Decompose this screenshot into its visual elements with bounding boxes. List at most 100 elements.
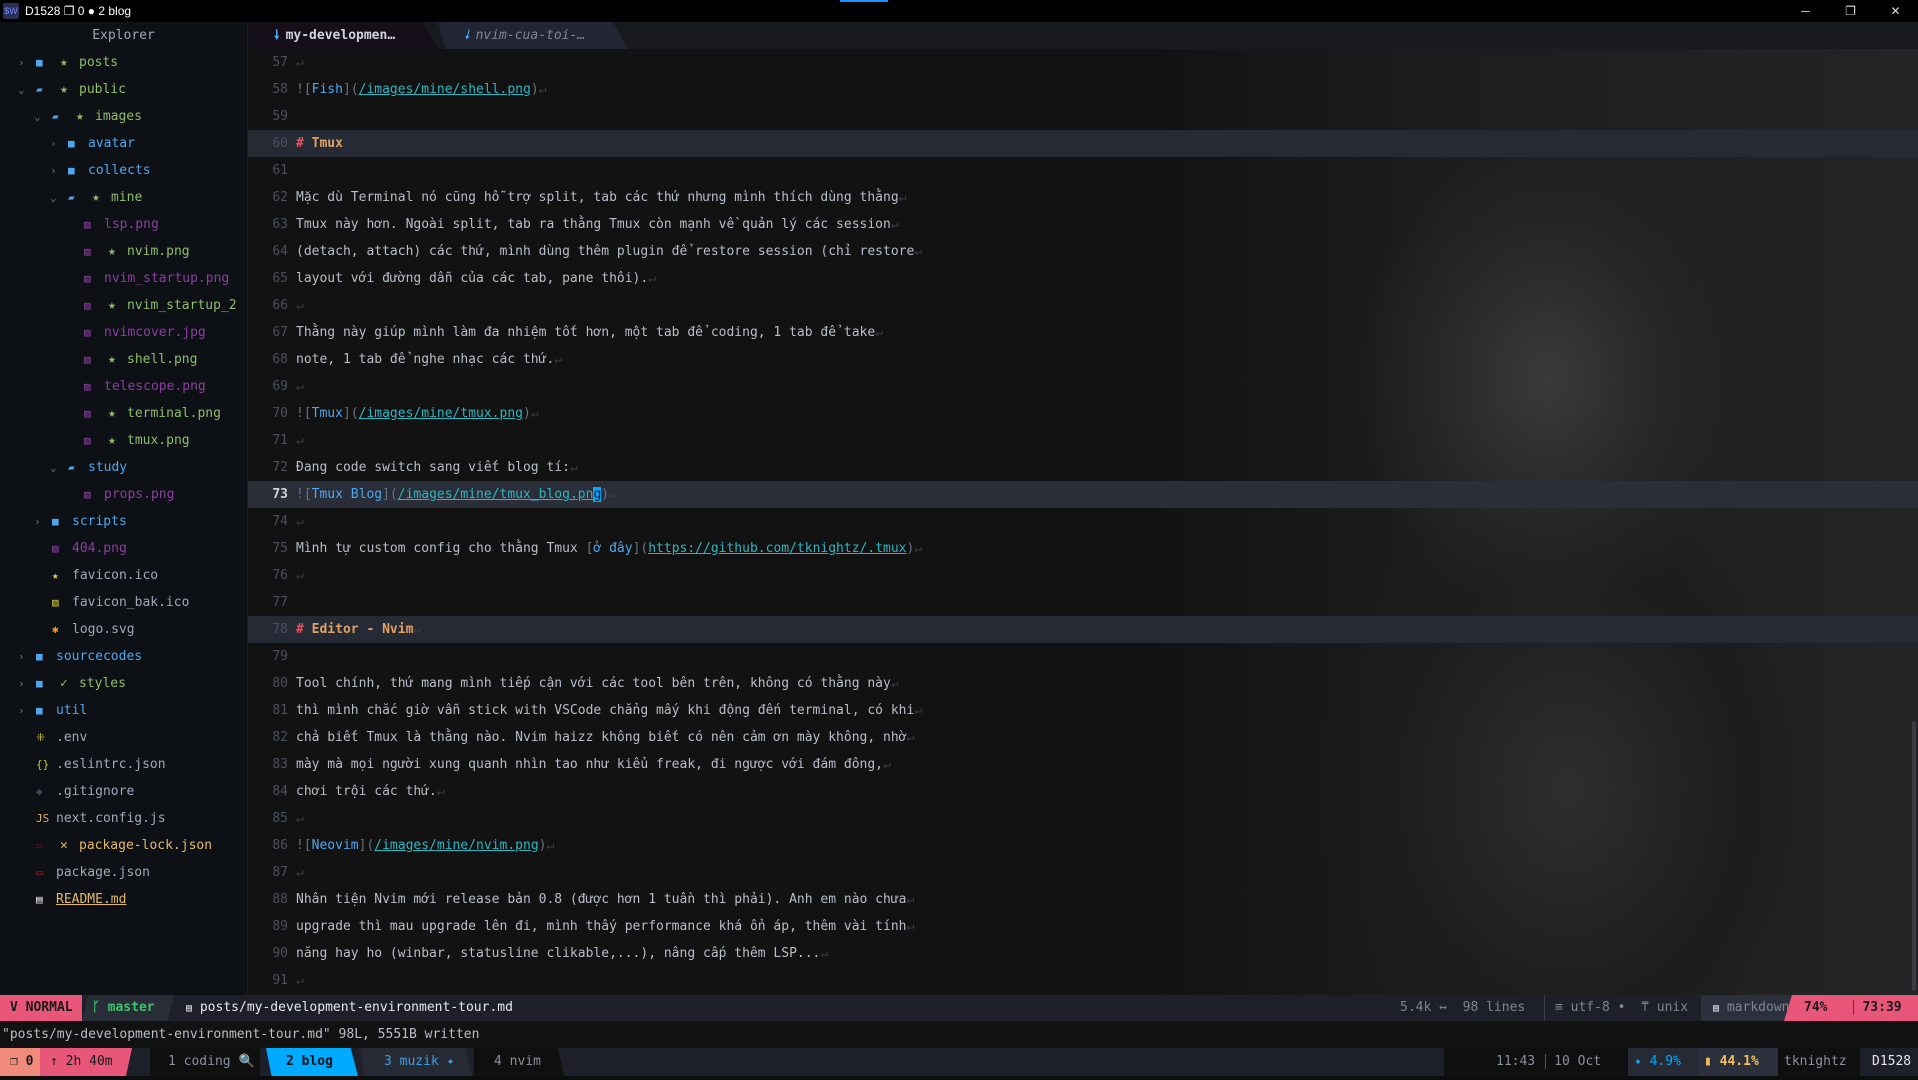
editor-line[interactable]: 90 năng hay ho (winbar, statusline clikab…: [248, 940, 1918, 967]
editor-line[interactable]: 62 Mặc dù Terminal nó cũng hỗ trợ split, …: [248, 184, 1918, 211]
scrollbar[interactable]: [1912, 721, 1916, 991]
editor-line[interactable]: 72 Đang code switch sang viết blog tí:↵: [248, 454, 1918, 481]
explorer-item--gitignore[interactable]: ◆ .gitignore: [0, 778, 247, 805]
link-url[interactable]: /images/mine/shell.png: [359, 82, 531, 97]
explorer-item-terminal-png[interactable]: ▨ ★ terminal.png: [0, 400, 247, 427]
explorer-item-styles[interactable]: › ■ ✓ styles: [0, 670, 247, 697]
editor-line[interactable]: 60 # Tmux: [248, 130, 1918, 157]
explorer-item-images[interactable]: ⌄ ▰ ★ images: [0, 103, 247, 130]
line-text: năng hay ho (winbar, statusline clikable…: [296, 940, 828, 967]
explorer-item-label: terminal.png: [127, 406, 221, 421]
editor-line[interactable]: 84 chơi trội các thứ.↵: [248, 778, 1918, 805]
explorer-item-telescope-png[interactable]: ▨ telescope.png: [0, 373, 247, 400]
editor-line[interactable]: 57 ↵: [248, 49, 1918, 76]
editor-line[interactable]: 87 ↵: [248, 859, 1918, 886]
explorer-item-sourcecodes[interactable]: › ■ sourcecodes: [0, 643, 247, 670]
explorer-item-collects[interactable]: › ■ collects: [0, 157, 247, 184]
line-text: ↵: [296, 49, 304, 76]
editor-pane[interactable]: 57 ↵ 58 ![Fish](/images/mine/shell.png)↵ 59 6…: [248, 49, 1918, 995]
git-branch[interactable]: ᚴ master: [82, 995, 174, 1021]
editor-line[interactable]: 67 Thằng này giúp mình làm đa nhiệm tốt h…: [248, 319, 1918, 346]
explorer-item-public[interactable]: ⌄ ▰ ★ public: [0, 76, 247, 103]
explorer-item-package-json[interactable]: ▭ package.json: [0, 859, 247, 886]
tmux-status-bar: ❐ 0 ↑ 2h 40m 1 coding 🔍 2 blog 3 muzik ✦…: [0, 1048, 1918, 1076]
editor-line[interactable]: 77: [248, 589, 1918, 616]
explorer-item-next-config-js[interactable]: JS next.config.js: [0, 805, 247, 832]
editor-line[interactable]: 80 Tool chính, thứ mang mình tiếp cận với…: [248, 670, 1918, 697]
explorer-item--env[interactable]: ⁜ .env: [0, 724, 247, 751]
editor-line[interactable]: 81 thì mình chắc giờ vẫn stick with VSCod…: [248, 697, 1918, 724]
folder-open-icon: ▰: [52, 110, 59, 123]
explorer-item-scripts[interactable]: › ■ scripts: [0, 508, 247, 535]
link-url[interactable]: /images/mine/tmux_blog.pn: [398, 487, 594, 502]
close-button[interactable]: ✕: [1873, 0, 1918, 22]
editor-line[interactable]: 58 ![Fish](/images/mine/shell.png)↵: [248, 76, 1918, 103]
editor-line[interactable]: 70 ![Tmux](/images/mine/tmux.png)↵: [248, 400, 1918, 427]
title-bar: $W D1528 ❐ 0 ● 2 blog ─ ❐ ✕: [0, 0, 1918, 22]
explorer-item-readme-md[interactable]: ▤ README.md: [0, 886, 247, 913]
editor-line[interactable]: 61: [248, 157, 1918, 184]
explorer-item--eslintrc-json[interactable]: {} .eslintrc.json: [0, 751, 247, 778]
minimize-button[interactable]: ─: [1783, 0, 1828, 22]
tmux-window-coding[interactable]: 1 coding 🔍: [150, 1048, 260, 1076]
explorer-item-posts[interactable]: › ■ ★ posts: [0, 49, 247, 76]
editor-line[interactable]: 86 ![Neovim](/images/mine/nvim.png)↵: [248, 832, 1918, 859]
link-url[interactable]: /images/mine/tmux.png: [359, 406, 523, 421]
editor-line[interactable]: 83 mày mà mọi người xung quanh nhìn tao n…: [248, 751, 1918, 778]
editor-line[interactable]: 91 ↵: [248, 967, 1918, 994]
editor-line[interactable]: 82 chả biết Tmux là thằng nào. Nvim haizz…: [248, 724, 1918, 751]
explorer-item-nvim-startup-png[interactable]: ▨ nvim_startup.png: [0, 265, 247, 292]
explorer-item-favicon-ico[interactable]: ★ favicon.ico: [0, 562, 247, 589]
editor-line[interactable]: 71 ↵: [248, 427, 1918, 454]
tmux-window-nvim[interactable]: 4 nvim: [474, 1048, 564, 1076]
editor-line[interactable]: 76 ↵: [248, 562, 1918, 589]
explorer-item-package-lock-json[interactable]: ▭ ✕ package-lock.json: [0, 832, 247, 859]
explorer-item-nvimcover-jpg[interactable]: ▨ nvimcover.jpg: [0, 319, 247, 346]
link-url[interactable]: https://github.com/tknightz/.tmux: [648, 541, 906, 556]
tab-my-development[interactable]: 🠗 my-developmen…: [248, 22, 438, 49]
folder-open-icon: ▰: [68, 461, 75, 474]
explorer-item-study[interactable]: ⌄ ▰ study: [0, 454, 247, 481]
editor-line[interactable]: 68 note, 1 tab để nghe nhạc các thứ.↵: [248, 346, 1918, 373]
text-span: thì mình chắc giờ vẫn stick with VSCode …: [296, 703, 915, 718]
link-url[interactable]: /images/mine/nvim.png: [374, 838, 538, 853]
editor-line[interactable]: 64 (detach, attach) các thứ, mình dùng th…: [248, 238, 1918, 265]
link-text: ở đây: [593, 541, 633, 556]
editor-line[interactable]: 65 layout với đường dẫn của các tab, pane…: [248, 265, 1918, 292]
restore-button[interactable]: ❐: [1828, 0, 1873, 22]
editor-line[interactable]: 59: [248, 103, 1918, 130]
editor-line[interactable]: 66 ↵: [248, 292, 1918, 319]
explorer-item-404-png[interactable]: ▨ 404.png: [0, 535, 247, 562]
vim-icon: V: [10, 1000, 18, 1015]
git-star-icon: ★: [60, 55, 68, 70]
editor-line[interactable]: 89 upgrade thì mau upgrade lên đi, mình t…: [248, 913, 1918, 940]
text-span: ](: [358, 838, 375, 853]
explorer-item-props-png[interactable]: ▨ props.png: [0, 481, 247, 508]
explorer-item-label: nvim_startup.png: [104, 271, 230, 286]
editor-line[interactable]: 79: [248, 643, 1918, 670]
editor-line[interactable]: 75 Mình tự custom config cho thằng Tmux […: [248, 535, 1918, 562]
explorer-item-util[interactable]: › ■ util: [0, 697, 247, 724]
editor-line[interactable]: 69 ↵: [248, 373, 1918, 400]
editor-line[interactable]: 88 Nhân tiện Nvim mới release bản 0.8 (đư…: [248, 886, 1918, 913]
explorer-item-shell-png[interactable]: ▨ ★ shell.png: [0, 346, 247, 373]
editor-line[interactable]: 73 ![Tmux Blog](/images/mine/tmux_blog.pn…: [248, 481, 1918, 508]
explorer-item-logo-svg[interactable]: ✱ logo.svg: [0, 616, 247, 643]
tmux-window-blog[interactable]: 2 blog: [266, 1048, 358, 1076]
explorer-item-lsp-png[interactable]: ▨ lsp.png: [0, 211, 247, 238]
link-text: Tmux Blog: [311, 487, 383, 502]
explorer-item-avatar[interactable]: › ■ avatar: [0, 130, 247, 157]
explorer-item-tmux-png[interactable]: ▨ ★ tmux.png: [0, 427, 247, 454]
editor-line[interactable]: 74 ↵: [248, 508, 1918, 535]
explorer-item-mine[interactable]: ⌄ ▰ ★ mine: [0, 184, 247, 211]
tab-nvim-cua-toi[interactable]: 🠗 nvim-cua-toi-…: [438, 22, 628, 49]
line-number: 85: [272, 811, 288, 826]
explorer-item-favicon-bak-ico[interactable]: ▨ favicon_bak.ico: [0, 589, 247, 616]
editor-line[interactable]: 78 # Editor - Nvim↵: [248, 616, 1918, 643]
editor-line[interactable]: 85 ↵: [248, 805, 1918, 832]
command-line[interactable]: "posts/my-development-environment-tour.m…: [0, 1021, 1918, 1048]
editor-line[interactable]: 63 Tmux này hơn. Ngoài split, tab ra thằn…: [248, 211, 1918, 238]
tmux-window-muzik[interactable]: 3 muzik ✦: [360, 1048, 472, 1076]
explorer-item-nvim-startup-2[interactable]: ▨ ★ nvim_startup_2: [0, 292, 247, 319]
explorer-item-nvim-png[interactable]: ▨ ★ nvim.png: [0, 238, 247, 265]
